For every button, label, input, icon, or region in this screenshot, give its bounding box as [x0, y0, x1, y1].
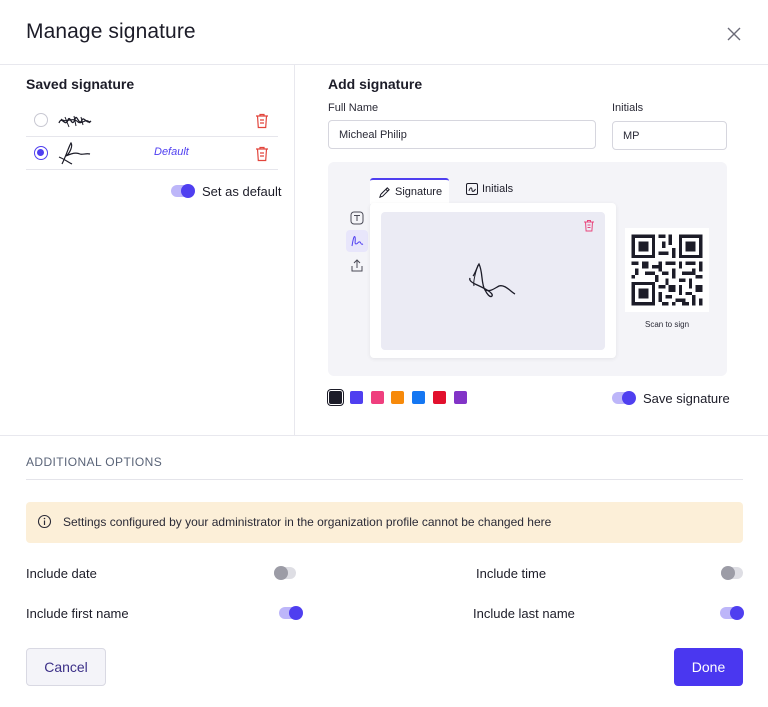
tab-signature-label: Signature — [395, 186, 443, 198]
toggle-knob — [721, 566, 735, 580]
include-time-label: Include time — [476, 566, 547, 581]
signature-thumbnail — [58, 141, 91, 165]
include-time-toggle[interactable] — [721, 566, 743, 580]
toggle-knob — [730, 606, 744, 620]
signature-drawing-pad[interactable] — [381, 212, 605, 350]
header-divider — [0, 64, 768, 65]
set-as-default-toggle[interactable] — [171, 184, 195, 198]
dialog-title: Manage signature — [26, 20, 196, 43]
saved-signature-row[interactable] — [26, 104, 278, 137]
toggle-knob — [289, 606, 303, 620]
signature-thumbnail — [58, 115, 92, 128]
color-swatch-pink[interactable] — [371, 391, 384, 404]
include-date-toggle[interactable] — [274, 566, 296, 580]
include-first-name-label: Include first name — [26, 606, 129, 621]
color-swatch-indigo[interactable] — [350, 391, 363, 404]
delete-signature-icon[interactable] — [254, 112, 270, 129]
column-divider — [294, 64, 295, 435]
signature-radio-selected[interactable] — [34, 146, 48, 160]
admin-notice-text: Settings configured by your administrato… — [63, 515, 552, 529]
save-signature-toggle[interactable] — [612, 391, 636, 405]
include-last-name-toggle[interactable] — [720, 606, 744, 620]
tab-initials[interactable]: Initials — [459, 178, 529, 204]
pen-icon — [379, 187, 390, 198]
clear-pad-icon[interactable] — [583, 219, 595, 232]
upload-tool[interactable] — [346, 255, 368, 277]
saved-signature-row-default[interactable]: Default — [26, 137, 278, 170]
dialog-header: Manage signature — [0, 0, 768, 64]
include-date-label: Include date — [26, 566, 97, 581]
close-icon[interactable] — [722, 22, 746, 46]
info-icon — [37, 514, 52, 529]
draw-icon — [351, 236, 364, 247]
text-icon — [350, 211, 364, 225]
tab-signature[interactable]: Signature — [370, 178, 449, 204]
set-as-default-label: Set as default — [202, 184, 282, 199]
section-divider — [0, 435, 768, 436]
initials-icon — [466, 183, 478, 195]
include-last-name-label: Include last name — [473, 606, 575, 621]
upload-icon — [351, 259, 363, 272]
color-swatch-blue[interactable] — [412, 391, 425, 404]
color-swatch-red[interactable] — [433, 391, 446, 404]
toggle-knob — [274, 566, 288, 580]
signature-radio[interactable] — [34, 113, 48, 127]
admin-notice: Settings configured by your administrato… — [26, 502, 743, 543]
default-tag: Default — [154, 146, 189, 158]
initials-label: Initials — [612, 102, 644, 114]
save-signature-label: Save signature — [643, 391, 730, 406]
color-swatch-purple[interactable] — [454, 391, 467, 404]
additional-options-heading: ADDITIONAL OPTIONS — [26, 455, 163, 469]
scan-to-sign-label: Scan to sign — [644, 320, 690, 329]
toggle-knob — [622, 391, 636, 405]
color-swatch-orange[interactable] — [391, 391, 404, 404]
qr-code[interactable] — [625, 228, 709, 312]
full-name-input[interactable] — [328, 120, 596, 149]
saved-signature-title: Saved signature — [26, 76, 135, 92]
draw-tool[interactable] — [346, 230, 368, 252]
cancel-button[interactable]: Cancel — [26, 648, 106, 686]
done-button[interactable]: Done — [674, 648, 743, 686]
drawn-signature — [469, 262, 516, 298]
add-signature-title: Add signature — [328, 76, 423, 92]
options-divider — [26, 479, 743, 480]
color-swatch-black[interactable] — [327, 389, 344, 406]
delete-signature-icon[interactable] — [254, 145, 270, 162]
type-tool[interactable] — [346, 207, 368, 229]
initials-input[interactable] — [612, 121, 727, 150]
include-first-name-toggle[interactable] — [279, 606, 303, 620]
toggle-knob — [181, 184, 195, 198]
full-name-label: Full Name — [328, 102, 379, 114]
tab-initials-label: Initials — [482, 183, 514, 195]
